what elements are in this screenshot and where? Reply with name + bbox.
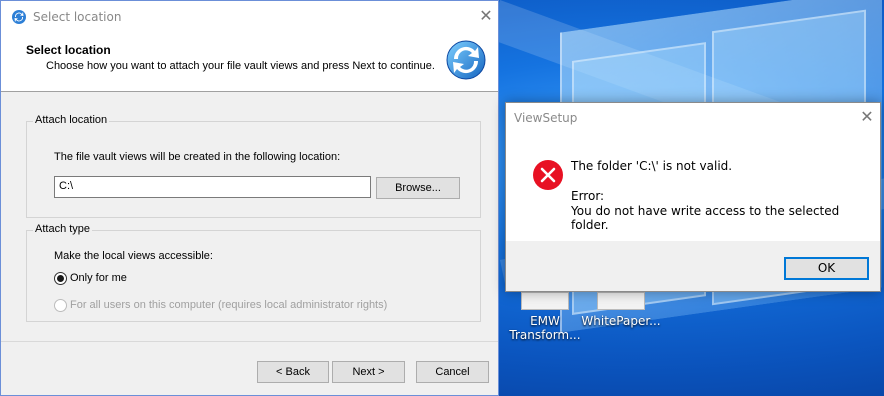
- dialog-title: ViewSetup: [514, 111, 578, 125]
- error-icon: [533, 160, 563, 190]
- document-icon: [597, 292, 645, 310]
- attach-type-group: Attach type Make the local views accessi…: [26, 223, 481, 322]
- wizard-header: Select location Choose how you want to a…: [1, 33, 498, 92]
- wizard-titlebar[interactable]: Select location ✕: [1, 1, 498, 33]
- page-subtitle: Choose how you want to attach your file …: [46, 60, 435, 72]
- cancel-button[interactable]: Cancel: [416, 361, 489, 383]
- close-icon[interactable]: ✕: [852, 103, 882, 133]
- location-path-input[interactable]: C:\: [54, 176, 371, 198]
- error-message: The folder 'C:\' is not valid.: [571, 159, 733, 173]
- sync-logo-icon: [446, 40, 486, 80]
- error-detail: You do not have write access to the sele…: [571, 204, 840, 232]
- dialog-footer: OK: [506, 241, 880, 291]
- browse-button[interactable]: Browse...: [376, 177, 460, 199]
- location-description: The file vault views will be created in …: [54, 151, 341, 163]
- radio-label: For all users on this computer (requires…: [70, 299, 388, 311]
- divider: [1, 341, 498, 342]
- radio-all-users[interactable]: [54, 299, 67, 312]
- app-sync-icon: [12, 10, 26, 24]
- close-icon[interactable]: ✕: [471, 2, 501, 32]
- ok-button[interactable]: OK: [784, 257, 869, 280]
- radio-label: Only for me: [70, 272, 127, 284]
- attach-type-description: Make the local views accessible:: [54, 250, 213, 262]
- select-location-wizard: Select location ✕ Select location Choose…: [0, 0, 499, 396]
- radio-only-for-me[interactable]: [54, 272, 67, 285]
- desktop-icon-label: WhitePaper...: [581, 314, 661, 328]
- page-title: Select location: [26, 43, 111, 57]
- desktop-icon-label: Transform...: [509, 328, 581, 342]
- back-button[interactable]: < Back: [257, 361, 329, 383]
- group-legend: Attach type: [33, 223, 93, 235]
- window-title: Select location: [33, 10, 122, 24]
- error-dialog: ViewSetup ✕ The folder 'C:\' is not vali…: [505, 102, 881, 292]
- document-icon: [521, 292, 569, 310]
- attach-location-group: Attach location The file vault views wil…: [26, 114, 481, 218]
- next-button[interactable]: Next >: [332, 361, 405, 383]
- group-legend: Attach location: [33, 114, 110, 126]
- desktop-icon-whitepaper[interactable]: WhitePaper...: [576, 292, 666, 328]
- error-label: Error:: [571, 189, 605, 203]
